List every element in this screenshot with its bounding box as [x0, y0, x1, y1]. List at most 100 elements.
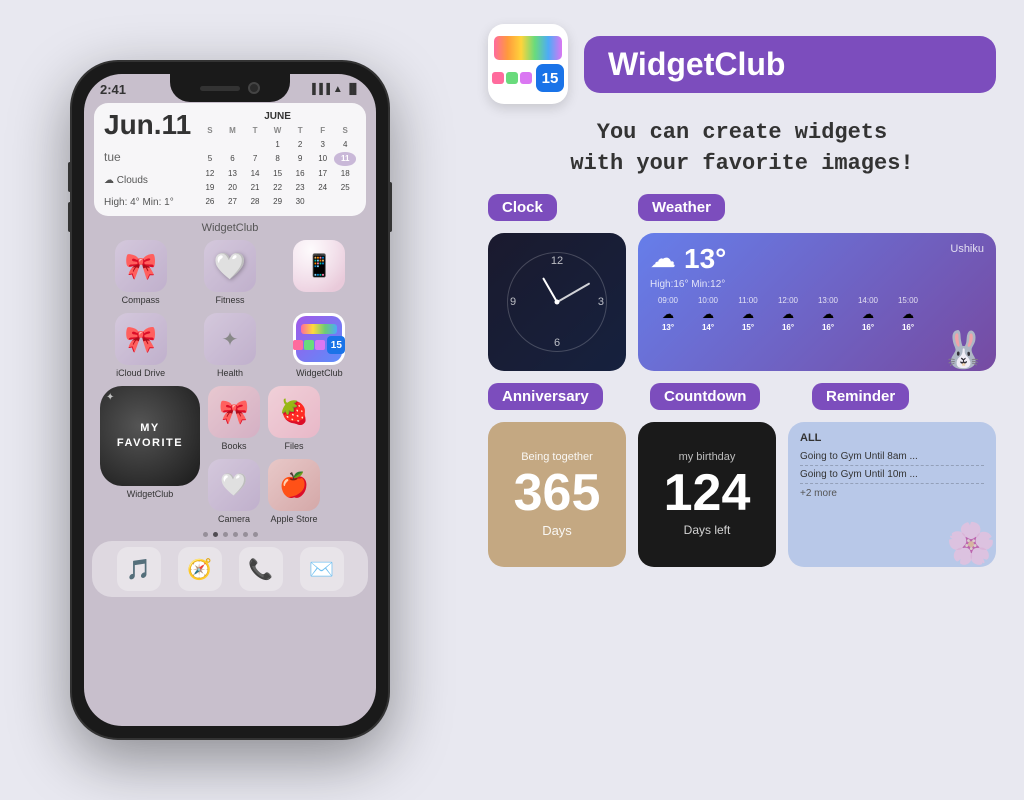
cal-day-1: 1	[267, 138, 289, 151]
app-fitness[interactable]: 🤍 Fitness	[189, 240, 270, 305]
wt-icon-6: ☁	[862, 307, 874, 321]
weather-widget-preview: Ushiku ☁ 13° High:16° Min:12° 09:00 ☁ 13…	[638, 233, 996, 371]
wt-icon-3: ☁	[742, 307, 754, 321]
weather-col-7: 15:00 ☁ 16°	[890, 296, 926, 332]
weather-main-info: ☁ 13°	[650, 243, 984, 275]
camera-icon: 🤍	[208, 459, 260, 511]
reminder-label-container: Reminder	[812, 383, 996, 410]
cal-day-5: 5	[199, 152, 221, 165]
calendar-widget: Jun.11 tue ☁ Clouds High: 4° Min: 1° JUN…	[94, 103, 366, 216]
tagline: You can create widgets with your favorit…	[488, 118, 996, 180]
app-icon-bottom: 15	[492, 64, 564, 92]
cal-header-f: F	[312, 124, 334, 137]
dock-phone[interactable]: 📞	[239, 547, 283, 591]
status-icons: ▐▐▐ ▲ ▐▌	[309, 84, 360, 95]
cal-day-15: 15	[267, 167, 289, 180]
cal-header-s2: S	[334, 124, 356, 137]
dot-red	[492, 72, 504, 84]
clock-num-3: 3	[598, 296, 604, 308]
weather-label-container: Weather	[638, 194, 996, 221]
weather-cloud-icon: ☁	[650, 243, 676, 274]
cal-day-empty1	[199, 138, 221, 151]
status-time: 2:41	[100, 82, 126, 97]
wt-icon-2: ☁	[702, 307, 714, 321]
cal-day-empty3	[244, 138, 266, 151]
reminder-widget-preview: ALL Going to Gym Until 8am ... Going to …	[788, 422, 996, 567]
countdown-widget-preview: my birthday 124 Days left	[638, 422, 776, 567]
cal-day-empty2	[222, 138, 244, 151]
wifi-icon: ▲	[333, 84, 343, 95]
cal-day-8: 8	[267, 152, 289, 165]
clock-label-container: Clock	[488, 194, 626, 221]
cal-day-2: 2	[289, 138, 311, 151]
dock-compass[interactable]: 🧭	[178, 547, 222, 591]
wt-temp-5: 16°	[822, 323, 834, 332]
app-health[interactable]: ✦ Health	[189, 313, 270, 378]
page-dot-3	[223, 532, 228, 537]
calendar-left: Jun.11 tue ☁ Clouds High: 4° Min: 1°	[104, 111, 191, 208]
cal-header-t2: T	[289, 124, 311, 137]
app-health-label: Health	[217, 368, 243, 378]
wt-temp-4: 16°	[782, 323, 794, 332]
clock-num-9: 9	[510, 296, 516, 308]
widget-row-labels-2: Anniversary Countdown Reminder	[488, 383, 996, 410]
wt-temp-7: 16°	[902, 323, 914, 332]
widgetclub-small-icon: 15	[293, 313, 345, 365]
wt-temp-1: 13°	[662, 323, 674, 332]
cal-day-21: 21	[244, 181, 266, 194]
apps-right-cluster: 🎀 Books 🍓 Files 🤍 Camera	[208, 386, 320, 524]
app-phone-pink[interactable]: 📱	[279, 240, 360, 305]
widget-row-previews-2: Being together 365 Days my birthday 124 …	[488, 422, 996, 567]
countdown-number: 124	[664, 467, 751, 519]
dot-purple	[520, 72, 532, 84]
app-icloud[interactable]: 🎀 iCloud Drive	[100, 313, 181, 378]
right-panel: 15 WidgetClub You can create widgets wit…	[460, 0, 1024, 800]
app-widgetclub-grid[interactable]: 15 WidgetClub	[279, 313, 360, 378]
phone-screen: 2:41 ▐▐▐ ▲ ▐▌ Jun.11 tue ☁ Clouds High: …	[84, 74, 376, 726]
page-dot-1	[203, 532, 208, 537]
weather-badge: Weather	[638, 194, 725, 221]
app-files[interactable]: 🍓 Files	[268, 386, 320, 451]
weather-col-3: 11:00 ☁ 15°	[730, 296, 766, 332]
countdown-badge: Countdown	[650, 383, 760, 410]
cal-day-29: 29	[267, 195, 289, 208]
cal-day-4: 4	[334, 138, 356, 151]
cal-day-30: 30	[289, 195, 311, 208]
volume-up-button	[68, 162, 72, 192]
app-camera[interactable]: 🤍 Camera	[208, 459, 260, 524]
cal-header-m: M	[222, 124, 244, 137]
clock-num-12: 12	[551, 255, 563, 267]
weather-col-5: 13:00 ☁ 16°	[810, 296, 846, 332]
cal-day-26: 26	[199, 195, 221, 208]
app-books[interactable]: 🎀 Books	[208, 386, 260, 451]
wt-time-7: 15:00	[898, 296, 918, 305]
reminder-more: +2 more	[800, 488, 984, 499]
cal-day-18: 18	[334, 167, 356, 180]
app-favorite-widget[interactable]: ✦ MYFAVORITE WidgetClub	[100, 386, 200, 524]
calendar-day: tue	[104, 150, 191, 164]
tagline-line2: with your favorite images!	[488, 149, 996, 180]
weather-timeline: 09:00 ☁ 13° 10:00 ☁ 14° 11:00 ☁ 15°	[650, 296, 984, 332]
app-grid-row1: 🎀 Compass 🤍 Fitness 📱	[84, 240, 376, 305]
dock-mail[interactable]: ✉️	[300, 547, 344, 591]
app-grid-row2: 🎀 iCloud Drive ✦ Health	[84, 313, 376, 378]
weather-city: Ushiku	[950, 243, 984, 255]
app-header: 15 WidgetClub	[488, 24, 996, 104]
app-fitness-label: Fitness	[215, 295, 244, 305]
dock-music[interactable]: 🎵	[117, 547, 161, 591]
cal-day-23: 23	[289, 181, 311, 194]
app-icon-large: 15	[488, 24, 568, 104]
wt-icon-4: ☁	[782, 307, 794, 321]
app-icloud-label: iCloud Drive	[116, 368, 165, 378]
page-dot-2	[213, 532, 218, 537]
flowers-decoration: 🌸	[946, 520, 996, 567]
icloud-icon: 🎀	[115, 313, 167, 365]
phone-pink-icon: 📱	[293, 240, 345, 292]
cal-day-19: 19	[199, 181, 221, 194]
tagline-line1: You can create widgets	[488, 118, 996, 149]
app-apple-store[interactable]: 🍎 Apple Store	[268, 459, 320, 524]
anniversary-unit: Days	[542, 523, 572, 538]
clock-center-dot	[555, 299, 560, 304]
signal-icon: ▐▐▐	[309, 84, 330, 95]
app-compass[interactable]: 🎀 Compass	[100, 240, 181, 305]
